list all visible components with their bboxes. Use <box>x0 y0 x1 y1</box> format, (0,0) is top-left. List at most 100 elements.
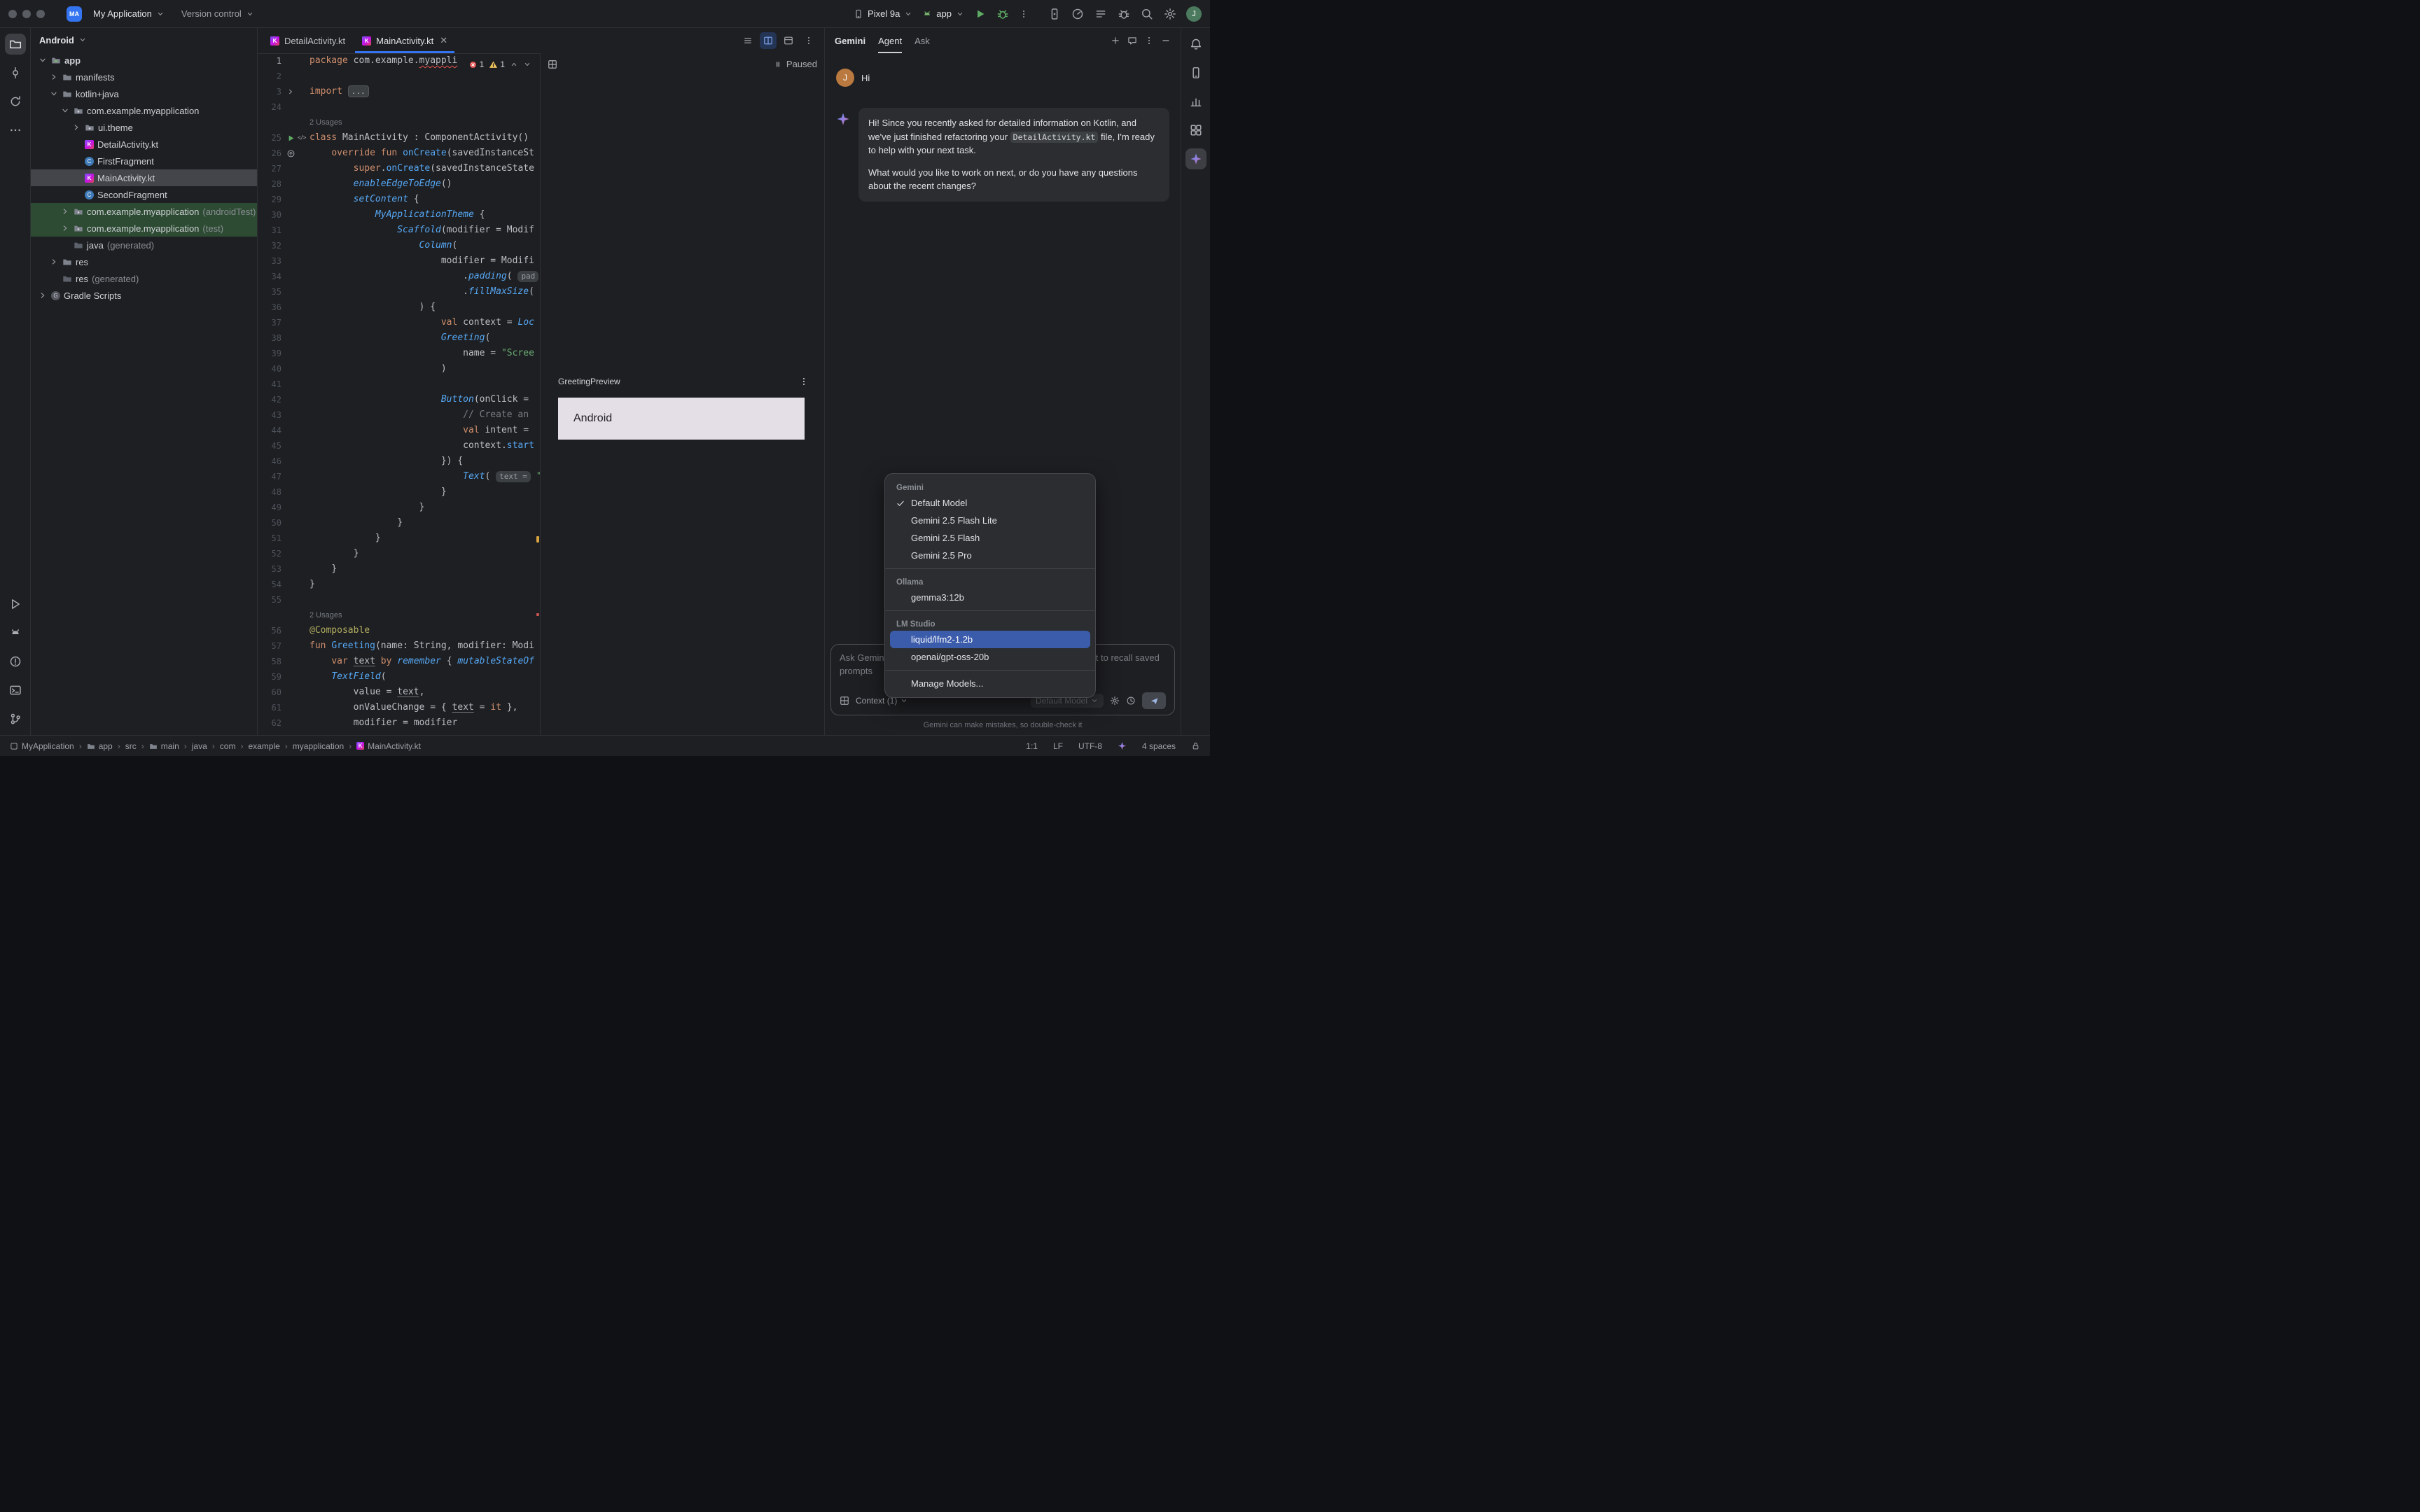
line-number[interactable]: 38 <box>258 330 281 346</box>
code-line[interactable]: 33 modifier = Modifi <box>258 253 540 269</box>
run-configuration-selector[interactable]: app <box>922 8 964 19</box>
breadcrumb-item[interactable]: example <box>248 741 279 751</box>
breadcrumb-item[interactable]: com <box>220 741 236 751</box>
running-devices-tool-button[interactable] <box>1185 62 1206 83</box>
window-minimize-button[interactable] <box>22 10 31 18</box>
chevron-right-icon[interactable] <box>49 257 59 267</box>
commit-tool-button[interactable] <box>5 62 26 83</box>
line-number[interactable]: 3 <box>258 84 281 99</box>
model-option-openai-gpt-oss-20b[interactable]: openai/gpt-oss-20b <box>890 648 1090 666</box>
code-line[interactable]: 42 Button(onClick = <box>258 392 540 407</box>
code-line[interactable]: 30 MyApplicationTheme { <box>258 207 540 223</box>
user-avatar[interactable]: J <box>1186 6 1202 22</box>
line-number[interactable]: 40 <box>258 361 281 377</box>
code-line[interactable]: 45 context.start <box>258 438 540 454</box>
code-line[interactable]: 41 <box>258 377 540 392</box>
line-number[interactable]: 60 <box>258 685 281 700</box>
preview-grid-icon[interactable] <box>548 59 557 69</box>
line-number[interactable]: 61 <box>258 700 281 715</box>
warning-count[interactable]: 1 <box>489 59 505 69</box>
fold-icon[interactable] <box>286 88 295 96</box>
project-menu[interactable]: My Application <box>88 6 170 22</box>
tree-item-com-example-myapplication[interactable]: com.example.myapplication (androidTest) <box>31 203 257 220</box>
tree-item-gradle-scripts[interactable]: GGradle Scripts <box>31 287 257 304</box>
panel-more-icon[interactable] <box>1144 36 1154 46</box>
context-icon[interactable] <box>840 696 849 706</box>
code-line[interactable]: 3import ... <box>258 84 540 99</box>
code-line[interactable]: 57fun Greeting(name: String, modifier: M… <box>258 638 540 654</box>
usages-hint[interactable]: 2 Usages <box>310 611 342 620</box>
run-line-icon[interactable] <box>286 134 295 143</box>
tree-item-ui-theme[interactable]: ui.theme <box>31 119 257 136</box>
code-line[interactable]: 38 Greeting( <box>258 330 540 346</box>
code-line[interactable]: 2 <box>258 69 540 84</box>
model-option-gemini-2-5-flash-lite[interactable]: Gemini 2.5 Flash Lite <box>890 512 1090 529</box>
tree-item-com-example-myapplication[interactable]: com.example.myapplication <box>31 102 257 119</box>
code-editor[interactable]: 1package com.example.myappli23import ...… <box>258 53 541 735</box>
window-close-button[interactable] <box>8 10 17 18</box>
compose-preview-icon[interactable]: </> <box>298 130 305 146</box>
app-quality-insights-tool-button[interactable] <box>1185 91 1206 112</box>
line-number[interactable]: 62 <box>258 715 281 731</box>
tree-item-app[interactable]: app <box>31 52 257 69</box>
code-line[interactable]: 36 ) { <box>258 300 540 315</box>
breadcrumb-item[interactable]: src <box>125 741 137 751</box>
scrollbar-warning-mark[interactable] <box>536 536 539 542</box>
override-icon[interactable] <box>286 149 295 158</box>
code-line[interactable]: 39 name = "Scree <box>258 346 540 361</box>
chevron-down-icon[interactable] <box>49 89 59 99</box>
tab-detailactivity[interactable]: K DetailActivity.kt <box>262 28 354 53</box>
new-chat-icon[interactable] <box>1111 36 1120 46</box>
line-number[interactable]: 36 <box>258 300 281 315</box>
line-number[interactable]: 50 <box>258 515 281 531</box>
version-control-tool-button[interactable] <box>5 708 26 729</box>
more-actions-button[interactable] <box>1019 9 1029 19</box>
code-line[interactable]: 27 super.onCreate(savedInstanceState <box>258 161 540 176</box>
line-number[interactable]: 56 <box>258 623 281 638</box>
debug-button[interactable] <box>996 8 1009 20</box>
preview-more-icon[interactable] <box>799 377 809 386</box>
code-line[interactable]: 49 } <box>258 500 540 515</box>
code-line[interactable]: 55 <box>258 592 540 608</box>
line-number[interactable]: 33 <box>258 253 281 269</box>
chevron-right-icon[interactable] <box>60 223 70 233</box>
project-view-selector[interactable]: Android <box>31 28 257 52</box>
model-option-gemma3-12b[interactable]: gemma3:12b <box>890 589 1090 606</box>
code-annotation-line[interactable]: 2 Usages <box>258 608 540 623</box>
logcat-tool-button[interactable] <box>5 622 26 643</box>
code-line[interactable]: 62 modifier = modifier <box>258 715 540 731</box>
code-line[interactable]: 53 } <box>258 561 540 577</box>
settings-icon[interactable] <box>1164 8 1176 20</box>
code-line[interactable]: 35 .fillMaxSize( <box>258 284 540 300</box>
code-line[interactable]: 48 } <box>258 484 540 500</box>
send-button[interactable] <box>1142 692 1166 709</box>
code-line[interactable]: 52 } <box>258 546 540 561</box>
line-number[interactable]: 24 <box>258 99 281 115</box>
code-line[interactable]: 58 var text by remember { mutableStateOf <box>258 654 540 669</box>
line-number[interactable]: 52 <box>258 546 281 561</box>
code-line[interactable]: 61 onValueChange = { text = it }, <box>258 700 540 715</box>
line-number[interactable]: 37 <box>258 315 281 330</box>
window-zoom-button[interactable] <box>36 10 45 18</box>
tree-item-mainactivity-kt[interactable]: KMainActivity.kt <box>31 169 257 186</box>
device-selector[interactable]: Pixel 9a <box>854 8 912 19</box>
code-line[interactable]: 37 val context = Loc <box>258 315 540 330</box>
line-number[interactable]: 2 <box>258 69 281 84</box>
breadcrumb-item[interactable]: java <box>192 741 207 751</box>
line-number[interactable]: 32 <box>258 238 281 253</box>
code-line[interactable]: 56@Composable <box>258 623 540 638</box>
next-issue-icon[interactable] <box>523 60 531 69</box>
profiler-icon[interactable] <box>1071 8 1084 20</box>
lock-icon[interactable] <box>1191 741 1200 750</box>
folded-code[interactable]: ... <box>348 85 369 97</box>
gemini-settings-icon[interactable] <box>1110 696 1120 706</box>
line-number[interactable]: 39 <box>258 346 281 361</box>
resource-manager-tool-button[interactable] <box>1185 120 1206 141</box>
line-number[interactable]: 47 <box>258 469 281 484</box>
task-list-icon[interactable] <box>1094 8 1107 20</box>
chevron-right-icon[interactable] <box>60 206 70 216</box>
code-line[interactable]: 60 value = text, <box>258 685 540 700</box>
gemini-panel-title[interactable]: Gemini <box>835 36 865 46</box>
chevron-right-icon[interactable] <box>38 290 48 300</box>
line-number[interactable]: 25 <box>258 130 281 146</box>
